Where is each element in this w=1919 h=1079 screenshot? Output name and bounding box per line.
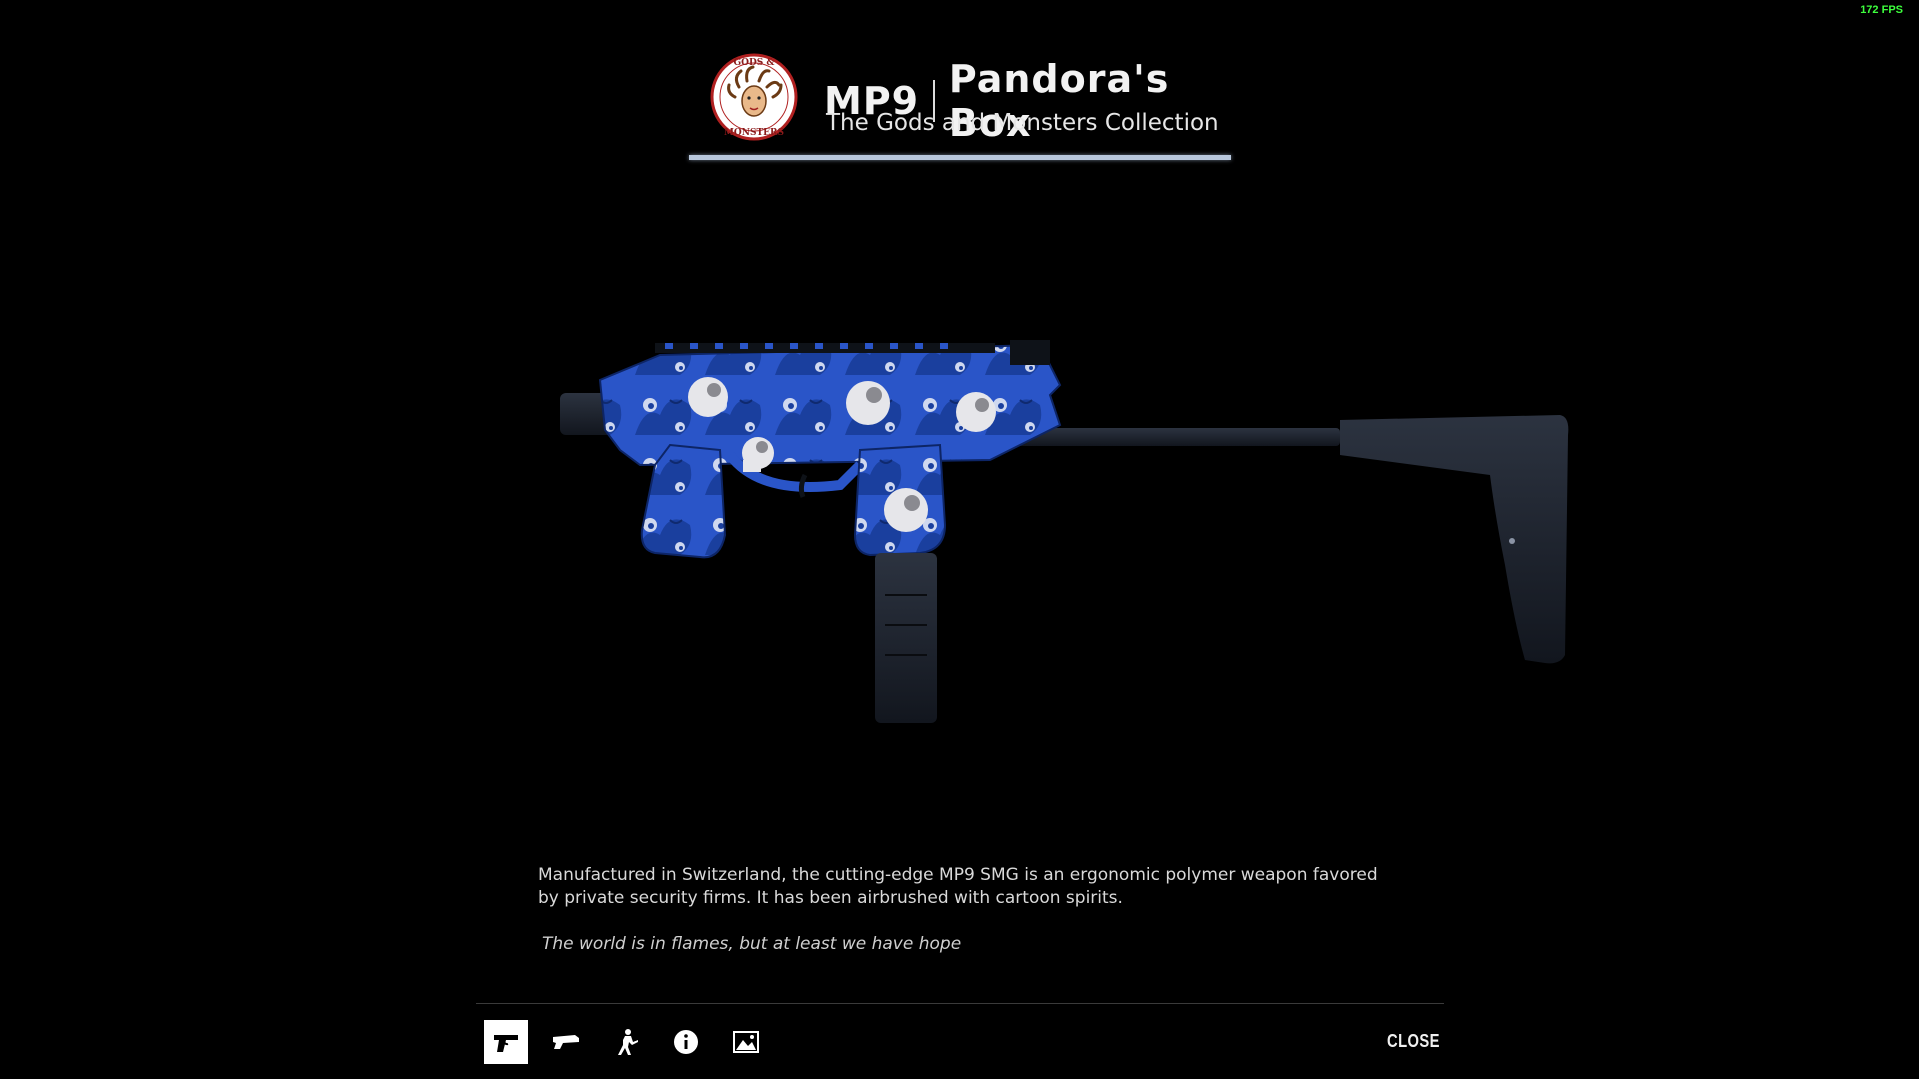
svg-text:MONSTERS: MONSTERS <box>724 128 784 138</box>
weapon-preview[interactable] <box>560 325 1660 845</box>
weapon-side-icon <box>553 1035 579 1049</box>
info-button[interactable] <box>664 1020 708 1064</box>
inspect-toolbar <box>484 1020 768 1064</box>
rarity-bar <box>689 155 1231 160</box>
info-icon <box>674 1030 698 1054</box>
item-quote: The world is in flames, but at least we … <box>542 934 962 954</box>
image-icon <box>733 1031 759 1053</box>
view-player-button[interactable] <box>604 1020 648 1064</box>
toolbar-divider <box>476 1003 1444 1004</box>
close-button[interactable]: CLOSE <box>1387 1031 1440 1052</box>
player-model-icon <box>618 1029 638 1055</box>
item-description: Manufactured in Switzerland, the cutting… <box>538 865 1378 908</box>
item-header: GODS & MONSTERS MP9 Pandora's Box The Go… <box>689 45 1231 160</box>
view-weapon-button[interactable] <box>484 1020 528 1064</box>
view-side-button[interactable] <box>544 1020 588 1064</box>
image-button[interactable] <box>724 1020 768 1064</box>
svg-text:GODS &: GODS & <box>733 58 774 68</box>
fps-counter: 172 FPS <box>1860 4 1903 16</box>
pistol-icon <box>494 1035 518 1052</box>
collection-name: The Gods and Monsters Collection <box>826 110 1219 136</box>
collection-logo-icon: GODS & MONSTERS <box>710 53 798 141</box>
